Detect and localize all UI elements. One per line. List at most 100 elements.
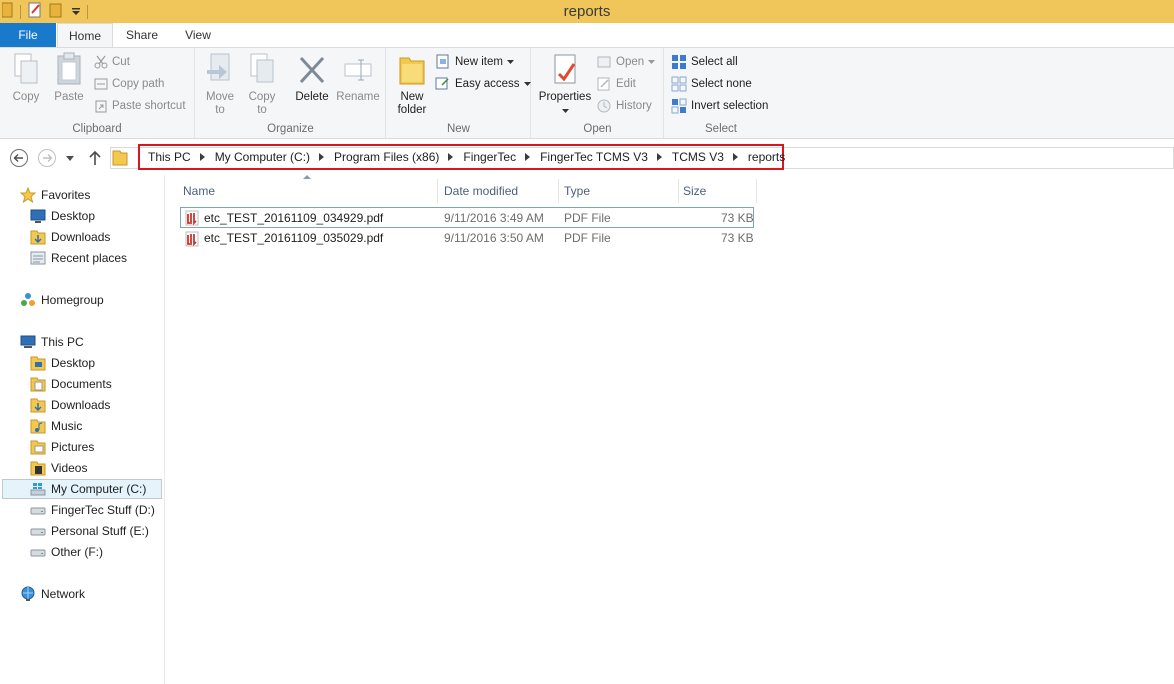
properties-icon	[554, 54, 576, 84]
breadcrumb-separator-icon[interactable]	[732, 153, 738, 161]
breadcrumb-fingertec-tcms[interactable]: FingerTec TCMS V3	[538, 150, 650, 164]
column-header-size[interactable]: Size	[678, 179, 757, 203]
edit-button[interactable]: Edit	[596, 75, 636, 93]
nav-network[interactable]: Network	[20, 584, 85, 604]
breadcrumb-separator-icon[interactable]	[448, 153, 454, 161]
copy-to-icon	[250, 53, 274, 83]
breadcrumb-separator-icon[interactable]	[656, 153, 662, 161]
breadcrumb-program-files[interactable]: Program Files (x86)	[332, 150, 441, 164]
breadcrumb-separator-icon[interactable]	[199, 153, 205, 161]
breadcrumb-separator-icon[interactable]	[319, 153, 325, 161]
new-item-button[interactable]: New item	[435, 53, 514, 71]
breadcrumb-this-pc[interactable]: This PC	[146, 150, 193, 164]
new-folder-button[interactable]: New folder	[393, 52, 431, 117]
column-header-name[interactable]: Name	[178, 179, 438, 203]
move-to-label-1: Move	[205, 91, 235, 103]
nav-drive-e-label: Personal Stuff (E:)	[51, 524, 149, 538]
rename-button[interactable]: Rename	[336, 52, 380, 104]
table-row[interactable]: etc_TEST_20161109_034929.pdf 9/11/2016 3…	[180, 207, 754, 228]
properties-button[interactable]: Properties	[536, 52, 594, 117]
nav-pc-videos[interactable]: Videos	[30, 458, 87, 478]
breadcrumb-fingertec[interactable]: FingerTec	[461, 150, 518, 164]
edit-label: Edit	[616, 78, 636, 90]
desktop-icon	[30, 209, 46, 223]
nav-fav-downloads[interactable]: Downloads	[30, 227, 110, 247]
breadcrumb: This PC My Computer (C:) Program Files (…	[146, 150, 787, 164]
nav-drive-d[interactable]: FingerTec Stuff (D:)	[30, 500, 155, 520]
nav-favorites[interactable]: Favorites	[20, 185, 90, 205]
move-to-label-2: to	[215, 104, 225, 116]
nav-pc-downloads-label: Downloads	[51, 398, 111, 412]
invert-selection-button[interactable]: Invert selection	[671, 97, 768, 115]
paste-shortcut-button[interactable]: Paste shortcut	[94, 97, 186, 115]
easy-access-label: Easy access	[455, 78, 520, 90]
cut-button[interactable]: Cut	[94, 53, 130, 71]
navigation-pane: Favorites Desktop Downloads Recent place…	[0, 175, 165, 684]
homegroup-icon	[21, 293, 35, 306]
nav-fav-recent[interactable]: Recent places	[30, 248, 127, 268]
breadcrumb-reports[interactable]: reports	[746, 150, 787, 164]
nav-homegroup-label: Homegroup	[41, 293, 104, 307]
move-to-button[interactable]: Move to	[202, 52, 238, 117]
nav-pc-documents[interactable]: Documents	[30, 374, 112, 394]
nav-drive-c[interactable]: My Computer (C:)	[2, 479, 162, 499]
open-icon	[597, 56, 611, 68]
properties-label: Properties	[538, 91, 592, 103]
tab-home[interactable]: Home	[57, 23, 113, 48]
documents-icon	[30, 377, 46, 392]
table-row[interactable]: etc_TEST_20161109_035029.pdf 9/11/2016 3…	[180, 228, 754, 249]
nav-pc-music[interactable]: Music	[30, 416, 82, 436]
paste-button[interactable]: Paste	[50, 52, 88, 104]
computer-icon	[20, 335, 36, 348]
copy-button[interactable]: Copy	[8, 52, 44, 104]
nav-homegroup[interactable]: Homegroup	[20, 290, 104, 310]
file-date: 9/11/2016 3:50 AM	[444, 231, 544, 245]
open-button[interactable]: Open	[596, 53, 656, 71]
open-group: Properties Open Edit History Open	[532, 48, 664, 138]
copy-path-button[interactable]: Copy path	[94, 75, 164, 93]
invert-selection-label: Invert selection	[691, 100, 769, 112]
copy-path-icon	[94, 78, 108, 90]
tab-share[interactable]: Share	[117, 23, 167, 47]
pdf-file-icon	[185, 231, 199, 247]
file-type: PDF File	[564, 231, 611, 245]
delete-button[interactable]: Delete	[292, 52, 332, 104]
select-none-button[interactable]: Select none	[671, 75, 752, 93]
history-button[interactable]: History	[596, 97, 652, 115]
breadcrumb-c-drive[interactable]: My Computer (C:)	[213, 150, 312, 164]
breadcrumb-tcms-v3[interactable]: TCMS V3	[670, 150, 726, 164]
nav-fav-desktop[interactable]: Desktop	[30, 206, 95, 226]
nav-pc-desktop[interactable]: Desktop	[30, 353, 95, 373]
up-button[interactable]	[85, 148, 105, 168]
cut-label: Cut	[112, 56, 130, 68]
nav-this-pc[interactable]: This PC	[20, 332, 84, 352]
nav-drive-e[interactable]: Personal Stuff (E:)	[30, 521, 149, 541]
recent-locations-button[interactable]	[62, 148, 78, 168]
nav-pc-pictures-label: Pictures	[51, 440, 95, 454]
breadcrumb-separator-icon[interactable]	[525, 153, 531, 161]
drive-icon	[30, 507, 46, 515]
nav-network-label: Network	[41, 587, 86, 601]
window-title: reports	[563, 3, 611, 20]
tab-file[interactable]: File	[0, 23, 56, 47]
tab-view[interactable]: View	[173, 23, 223, 47]
new-item-icon	[436, 54, 449, 69]
nav-drive-f[interactable]: Other (F:)	[30, 542, 103, 562]
file-date: 9/11/2016 3:49 AM	[444, 211, 544, 225]
nav-pc-pictures[interactable]: Pictures	[30, 437, 94, 457]
file-list: Name Date modified Type Size etc_TEST_20…	[166, 175, 1174, 684]
easy-access-button[interactable]: Easy access	[435, 75, 531, 93]
copy-to-button[interactable]: Copy to	[244, 52, 280, 117]
nav-pc-downloads[interactable]: Downloads	[30, 395, 110, 415]
forward-button[interactable]	[37, 148, 57, 168]
videos-icon	[30, 461, 46, 476]
column-header-date[interactable]: Date modified	[439, 179, 559, 203]
back-button[interactable]	[9, 148, 29, 168]
delete-icon	[299, 56, 325, 84]
select-all-button[interactable]: Select all	[671, 53, 738, 71]
navigation-bar: This PC My Computer (C:) Program Files (…	[0, 139, 1174, 175]
clipboard-group: Copy Paste Cut Copy path Paste shortcut …	[0, 48, 195, 138]
nav-fav-desktop-label: Desktop	[51, 209, 96, 223]
organize-group-label: Organize	[267, 123, 314, 135]
column-header-type[interactable]: Type	[559, 179, 679, 203]
